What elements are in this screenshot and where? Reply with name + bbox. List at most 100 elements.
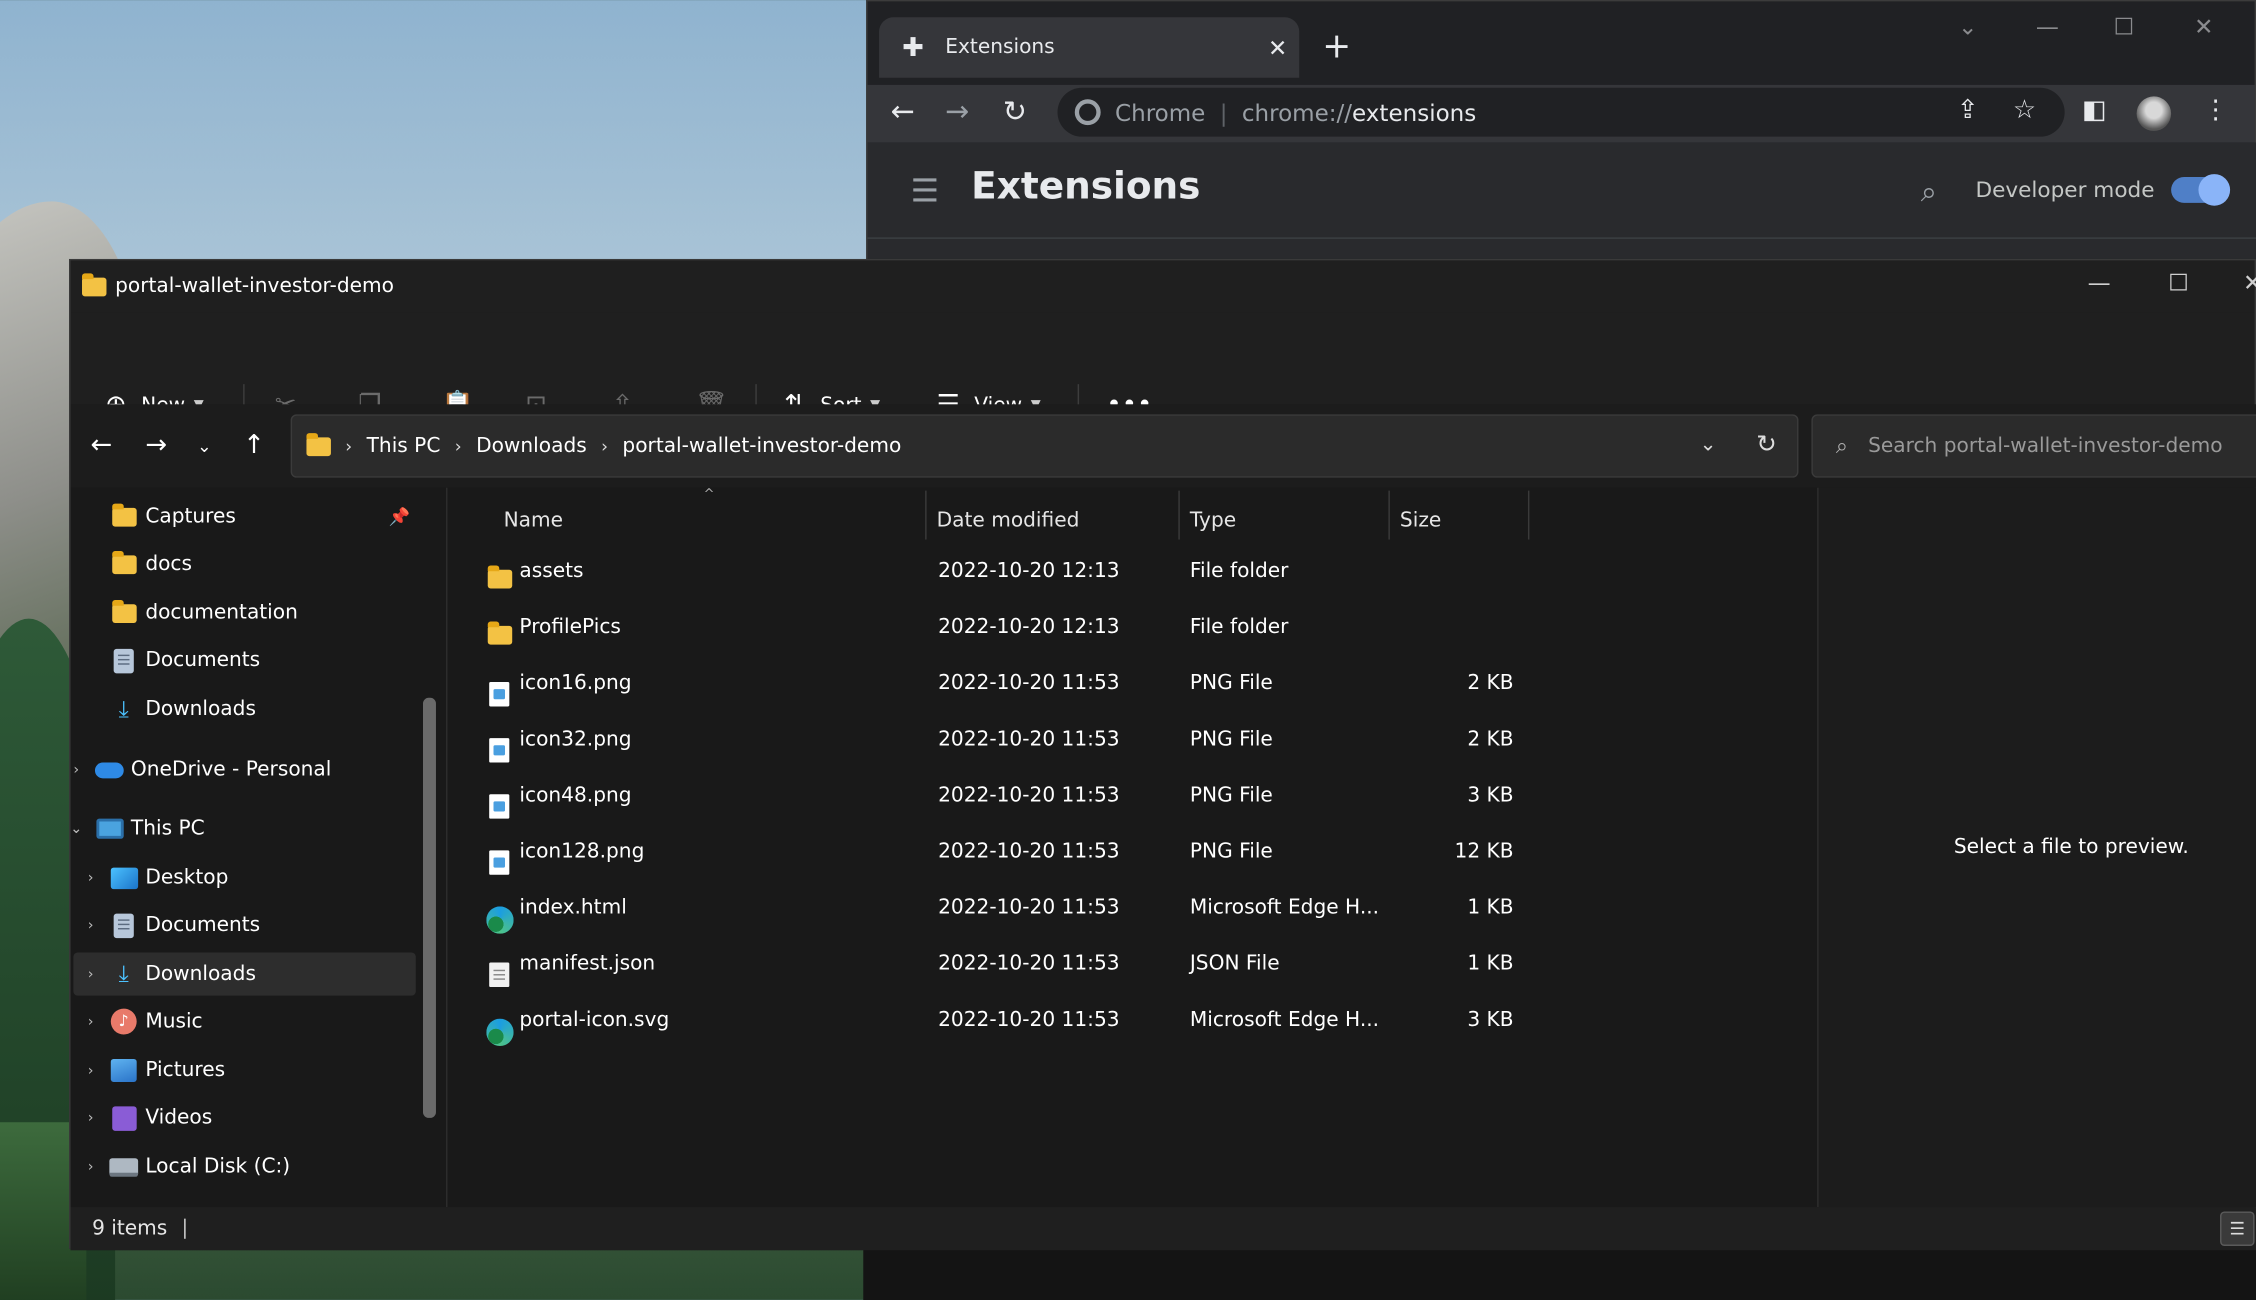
nav-item-captures[interactable]: Captures 📌 [73, 495, 415, 538]
omnibox[interactable]: Chrome | chrome:// extensions [1057, 87, 2065, 137]
nav-scrollbar-thumb[interactable] [423, 697, 436, 1118]
developer-mode-toggle[interactable] [2171, 174, 2231, 206]
nav-item-pictures[interactable]: › Pictures [73, 1049, 415, 1092]
address-history-chevron-icon[interactable]: ⌄ [1700, 433, 1717, 456]
file-row[interactable]: ProfilePics 2022-10-20 12:13 File folder [479, 603, 1524, 655]
folder-icon [108, 599, 140, 623]
file-type: PNG File [1189, 840, 1273, 864]
extensions-page-header: ☰ Extensions ⌕ Developer mode [867, 142, 2256, 264]
breadcrumb-chevron-icon[interactable]: › [601, 436, 608, 456]
details-view-icon[interactable]: ☰ [2220, 1211, 2255, 1246]
file-row[interactable]: assets 2022-10-20 12:13 File folder [479, 547, 1524, 599]
nav-item-desktop[interactable]: › Desktop [73, 856, 415, 899]
edge-file-icon [485, 893, 514, 934]
close-tab-icon[interactable]: ✕ [1256, 34, 1299, 61]
chevron-right-icon[interactable]: › [73, 917, 108, 933]
column-resize-handle[interactable] [1178, 490, 1180, 540]
share-icon[interactable]: ⇪ [1957, 95, 1979, 125]
file-row[interactable]: portal-icon.svg 2022-10-20 11:53 Microso… [479, 996, 1524, 1048]
chrome-window: ✚ Extensions ✕ + ⌄ — ☐ ✕ ← → ↻ Chrome | … [866, 0, 2256, 264]
minimize-button[interactable]: — [2036, 13, 2059, 40]
close-window-button[interactable]: ✕ [2243, 269, 2256, 296]
side-panel-icon[interactable]: ◧ [2082, 95, 2106, 125]
nav-item-videos[interactable]: › Videos [73, 1096, 415, 1139]
nav-label: Downloads [145, 962, 256, 986]
nav-item-documentation[interactable]: documentation [73, 591, 415, 634]
nav-item-documents[interactable]: › Documents [73, 904, 415, 947]
nav-item-downloads-quick[interactable]: ⤓ Downloads [73, 688, 415, 731]
column-resize-handle[interactable] [925, 490, 927, 540]
file-name: icon48.png [519, 784, 632, 808]
recent-locations-chevron-icon[interactable]: ⌄ [197, 436, 211, 456]
file-row[interactable]: icon32.png 2022-10-20 11:53 PNG File 2 K… [479, 715, 1524, 767]
column-header-type[interactable]: Type [1190, 499, 1236, 542]
address-bar[interactable]: › This PC › Downloads › portal-wallet-in… [290, 414, 1799, 478]
developer-mode-label: Developer mode [1975, 176, 2155, 203]
nav-label: Desktop [145, 866, 229, 890]
file-date: 2022-10-20 12:13 [938, 615, 1120, 639]
maximize-button[interactable]: ☐ [2168, 269, 2189, 296]
nav-item-local-disk[interactable]: › Local Disk (C:) [73, 1145, 415, 1188]
forward-arrow-icon[interactable]: → [945, 94, 969, 129]
up-arrow-icon[interactable]: ↑ [243, 430, 265, 460]
hamburger-menu-icon[interactable]: ☰ [911, 174, 939, 210]
file-row[interactable]: index.html 2022-10-20 11:53 Microsoft Ed… [479, 883, 1524, 935]
file-row[interactable]: icon48.png 2022-10-20 11:53 PNG File 3 K… [479, 771, 1524, 823]
folder-icon [82, 272, 107, 296]
nav-item-music[interactable]: › ♪ Music [73, 1000, 415, 1043]
close-window-button[interactable]: ✕ [2194, 13, 2213, 40]
file-row[interactable]: manifest.json 2022-10-20 11:53 JSON File… [479, 940, 1524, 992]
menu-kebab-icon[interactable]: ⋮ [2203, 95, 2229, 125]
search-icon: ⌕ [1835, 433, 1848, 459]
bookmark-star-icon[interactable]: ☆ [2013, 95, 2036, 125]
breadcrumb-chevron-icon[interactable]: › [345, 436, 352, 456]
forward-arrow-icon[interactable]: → [145, 430, 167, 460]
tab-search-chevron-icon[interactable]: ⌄ [1958, 13, 1977, 40]
pictures-icon [108, 1058, 140, 1082]
chevron-right-icon[interactable]: › [73, 1014, 108, 1030]
chrome-toolbar: ← → ↻ Chrome | chrome:// extensions ⇪ ☆ … [867, 84, 2255, 143]
back-arrow-icon[interactable]: ← [91, 430, 113, 460]
column-header-label: Name [503, 509, 564, 533]
back-arrow-icon[interactable]: ← [891, 94, 915, 129]
column-resize-handle[interactable] [1527, 490, 1530, 540]
nav-item-onedrive[interactable]: › OneDrive - Personal [59, 748, 401, 791]
nav-item-downloads[interactable]: › ⤓ Downloads [73, 952, 416, 996]
minimize-button[interactable]: — [2088, 269, 2111, 296]
chevron-down-icon[interactable]: ⌄ [59, 821, 94, 837]
png-file-icon [485, 837, 514, 875]
chevron-right-icon[interactable]: › [59, 762, 94, 778]
search-icon[interactable]: ⌕ [1921, 174, 1937, 209]
file-type: PNG File [1189, 671, 1273, 695]
column-header-size[interactable]: Size [1400, 499, 1441, 542]
chevron-right-icon[interactable]: › [73, 870, 108, 886]
search-box[interactable]: ⌕ Search portal-wallet-investor-demo [1811, 414, 2256, 478]
file-row[interactable]: icon16.png 2022-10-20 11:53 PNG File 2 K… [479, 659, 1524, 711]
column-header-date[interactable]: Date modified [937, 499, 1080, 542]
chevron-right-icon[interactable]: › [73, 1063, 108, 1079]
file-size: 12 KB [1454, 840, 1514, 864]
reload-icon[interactable]: ↻ [1003, 94, 1027, 129]
maximize-button[interactable]: ☐ [2114, 13, 2135, 40]
breadcrumb-this-pc[interactable]: This PC [367, 435, 441, 458]
explorer-body: Captures 📌 docs documentation Documents … [70, 487, 2256, 1208]
new-tab-button[interactable]: + [1322, 26, 1351, 66]
chevron-right-icon[interactable]: › [73, 966, 108, 982]
profile-avatar[interactable] [2136, 96, 2172, 131]
nav-item-documents-quick[interactable]: Documents [73, 639, 415, 682]
breadcrumb-current-folder[interactable]: portal-wallet-investor-demo [622, 435, 901, 458]
search-placeholder: Search portal-wallet-investor-demo [1868, 434, 2223, 458]
breadcrumb-chevron-icon[interactable]: › [455, 436, 462, 456]
nav-item-this-pc[interactable]: ⌄ This PC [59, 807, 401, 850]
file-row[interactable]: icon128.png 2022-10-20 11:53 PNG File 12… [479, 827, 1524, 879]
chrome-tab-extensions[interactable]: ✚ Extensions ✕ [879, 17, 1300, 78]
refresh-icon[interactable]: ↻ [1756, 430, 1777, 459]
chevron-right-icon[interactable]: › [73, 1110, 108, 1126]
breadcrumb-downloads[interactable]: Downloads [476, 435, 587, 458]
column-header-name[interactable]: Name [504, 499, 563, 542]
png-file-icon [485, 781, 514, 819]
disk-icon [108, 1157, 140, 1177]
nav-item-docs[interactable]: docs [73, 542, 415, 585]
column-resize-handle[interactable] [1388, 490, 1390, 540]
chevron-right-icon[interactable]: › [73, 1159, 108, 1175]
